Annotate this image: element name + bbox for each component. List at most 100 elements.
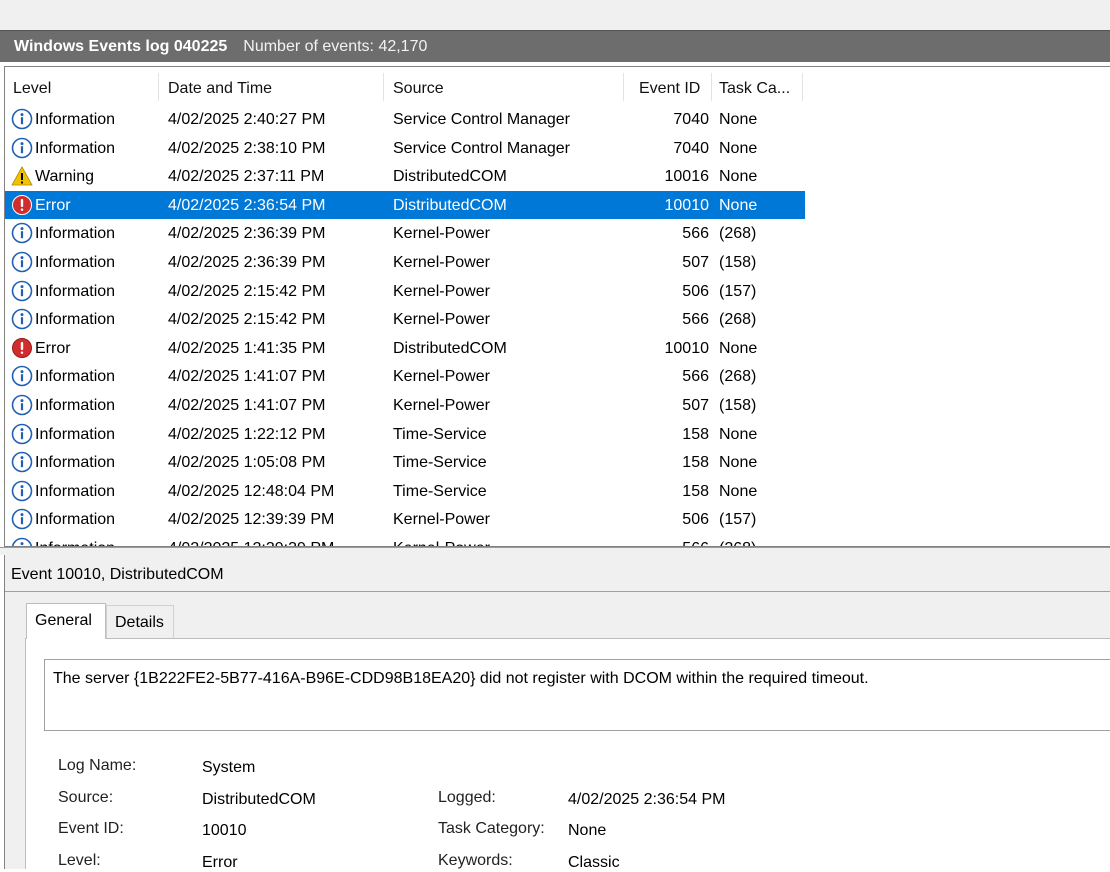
info-icon <box>11 508 33 530</box>
info-icon <box>11 222 33 244</box>
event-count: Number of events: 42,170 <box>243 37 428 55</box>
event-id-label: Event ID: <box>58 820 124 837</box>
cell-level: Error <box>35 196 71 214</box>
table-row[interactable]: Information 4/02/2025 2:15:42 PM Kernel-Po… <box>5 277 805 305</box>
info-icon <box>11 108 33 130</box>
cell-task-category: None <box>719 339 758 357</box>
table-row[interactable]: Information 4/02/2025 12:48:04 PM Time-Ser… <box>5 477 805 505</box>
cell-task-category: (268) <box>719 534 756 546</box>
log-header-bar: Windows Events log 040225 Number of even… <box>0 30 1110 62</box>
logged-label: Logged: <box>438 789 496 806</box>
info-icon <box>11 137 33 159</box>
table-row[interactable]: Information 4/02/2025 2:36:39 PM Kernel-Po… <box>5 248 805 276</box>
cell-source: Service Control Manager <box>393 111 570 128</box>
cell-task-category: None <box>719 168 758 186</box>
cell-level: Information <box>35 397 116 414</box>
cell-event-id: 10010 <box>664 339 710 357</box>
cell-datetime: 4/02/2025 2:15:42 PM <box>168 282 326 300</box>
cell-task-category: None <box>719 139 758 157</box>
table-row[interactable]: Information 4/02/2025 1:05:08 PM Time-Serv… <box>5 448 805 476</box>
cell-source: Time-Service <box>393 425 487 443</box>
column-divider[interactable] <box>802 73 803 101</box>
cell-event-id: 566 <box>682 225 709 243</box>
cell-level: Information <box>35 511 116 529</box>
table-row[interactable]: Information 4/02/2025 1:41:07 PM Kernel-Po… <box>5 391 805 419</box>
info-icon <box>11 423 33 445</box>
cell-event-id: 566 <box>682 311 709 329</box>
column-header-event-id[interactable]: Event ID <box>639 67 700 105</box>
cell-level: Information <box>35 425 116 443</box>
cell-event-id: 7040 <box>673 111 709 128</box>
cell-event-id: 158 <box>682 425 709 443</box>
column-divider[interactable] <box>158 73 159 101</box>
cell-datetime: 4/02/2025 1:41:35 PM <box>168 339 326 357</box>
cell-level: Information <box>35 454 116 472</box>
cell-source: Kernel-Power <box>393 311 490 329</box>
column-divider[interactable] <box>711 73 712 101</box>
event-id-value: 10010 <box>202 822 247 839</box>
column-header-source[interactable]: Source <box>393 67 444 105</box>
tab-general[interactable]: General <box>26 603 106 639</box>
table-row[interactable]: Information 4/02/2025 12:39:39 PM Kernel-P… <box>5 505 805 533</box>
cell-event-id: 506 <box>682 282 709 300</box>
column-header-task-category[interactable]: Task Ca... <box>719 67 790 105</box>
cell-level: Information <box>35 368 116 386</box>
cell-task-category: None <box>719 111 758 128</box>
cell-event-id: 507 <box>682 254 709 271</box>
cell-source: Kernel-Power <box>393 282 490 300</box>
log-title: Windows Events log 040225 <box>14 37 228 55</box>
column-header-datetime[interactable]: Date and Time <box>168 67 272 105</box>
cell-event-id: 158 <box>682 482 709 500</box>
table-row[interactable]: Information 4/02/2025 2:40:27 PM Service C… <box>5 105 805 133</box>
cell-source: Kernel-Power <box>393 225 490 243</box>
table-row[interactable]: Information 4/02/2025 1:41:07 PM Kernel-Po… <box>5 362 805 390</box>
table-row[interactable]: Information 4/02/2025 12:39:39 PM Kernel-P… <box>5 534 805 546</box>
keywords-label: Keywords: <box>438 852 513 869</box>
table-row[interactable]: Error 4/02/2025 2:36:54 PM DistributedCOM 1… <box>5 190 805 219</box>
info-icon <box>11 394 33 416</box>
table-row[interactable]: Information 4/02/2025 2:15:42 PM Kernel-Po… <box>5 305 805 333</box>
column-divider[interactable] <box>383 73 384 101</box>
cell-source: DistributedCOM <box>393 168 507 186</box>
cell-datetime: 4/02/2025 1:05:08 PM <box>168 454 326 472</box>
cell-source: DistributedCOM <box>393 339 507 357</box>
cell-source: Kernel-Power <box>393 534 490 546</box>
level-label: Level: <box>58 852 101 869</box>
cell-event-id: 566 <box>682 368 709 386</box>
cell-source: Kernel-Power <box>393 254 490 271</box>
tab-details[interactable]: Details <box>106 605 174 639</box>
table-row[interactable]: Information 4/02/2025 1:22:12 PM Time-Serv… <box>5 420 805 448</box>
logged-value: 4/02/2025 2:36:54 PM <box>568 791 726 808</box>
column-header-level[interactable]: Level <box>13 67 51 105</box>
cell-source: Kernel-Power <box>393 511 490 529</box>
cell-datetime: 4/02/2025 12:39:39 PM <box>168 511 335 529</box>
detail-title: Event 10010, DistributedCOM <box>11 566 224 583</box>
cell-event-id: 506 <box>682 511 709 529</box>
cell-datetime: 4/02/2025 2:36:39 PM <box>168 254 326 271</box>
column-divider[interactable] <box>623 73 624 101</box>
column-header-row: Level Date and Time Source Event ID Task… <box>5 67 805 105</box>
pane-splitter[interactable] <box>0 547 1110 555</box>
cell-datetime: 4/02/2025 2:40:27 PM <box>168 111 326 128</box>
cell-datetime: 4/02/2025 12:48:04 PM <box>168 482 335 500</box>
cell-event-id: 10010 <box>664 196 710 214</box>
cell-task-category: (268) <box>719 225 757 243</box>
event-detail-pane: Event 10010, DistributedCOM General Deta… <box>4 555 1110 871</box>
warning-icon <box>11 165 33 187</box>
task-category-value: None <box>568 822 607 839</box>
cell-level: Information <box>35 311 116 329</box>
table-row[interactable]: Information 4/02/2025 2:38:10 PM Service C… <box>5 134 805 162</box>
info-icon <box>11 480 33 502</box>
cell-level: Information <box>35 254 116 271</box>
cell-task-category: None <box>719 454 758 472</box>
table-row[interactable]: Information 4/02/2025 2:36:39 PM Kernel-Po… <box>5 219 805 247</box>
table-row[interactable]: Warning 4/02/2025 2:37:11 PM DistributedCO… <box>5 162 805 190</box>
cell-task-category: None <box>719 482 758 500</box>
event-message-box[interactable]: The server {1B222FE2-5B77-416A-B96E-CDD9… <box>44 659 1110 731</box>
cell-task-category: (158) <box>719 254 757 271</box>
cell-task-category: (157) <box>719 282 757 300</box>
cell-level: Information <box>35 139 116 157</box>
event-list[interactable]: Level Date and Time Source Event ID Task… <box>4 66 1110 547</box>
cell-level: Information <box>35 111 116 128</box>
table-row[interactable]: Error 4/02/2025 1:41:35 PM DistributedCOM 1… <box>5 334 805 362</box>
